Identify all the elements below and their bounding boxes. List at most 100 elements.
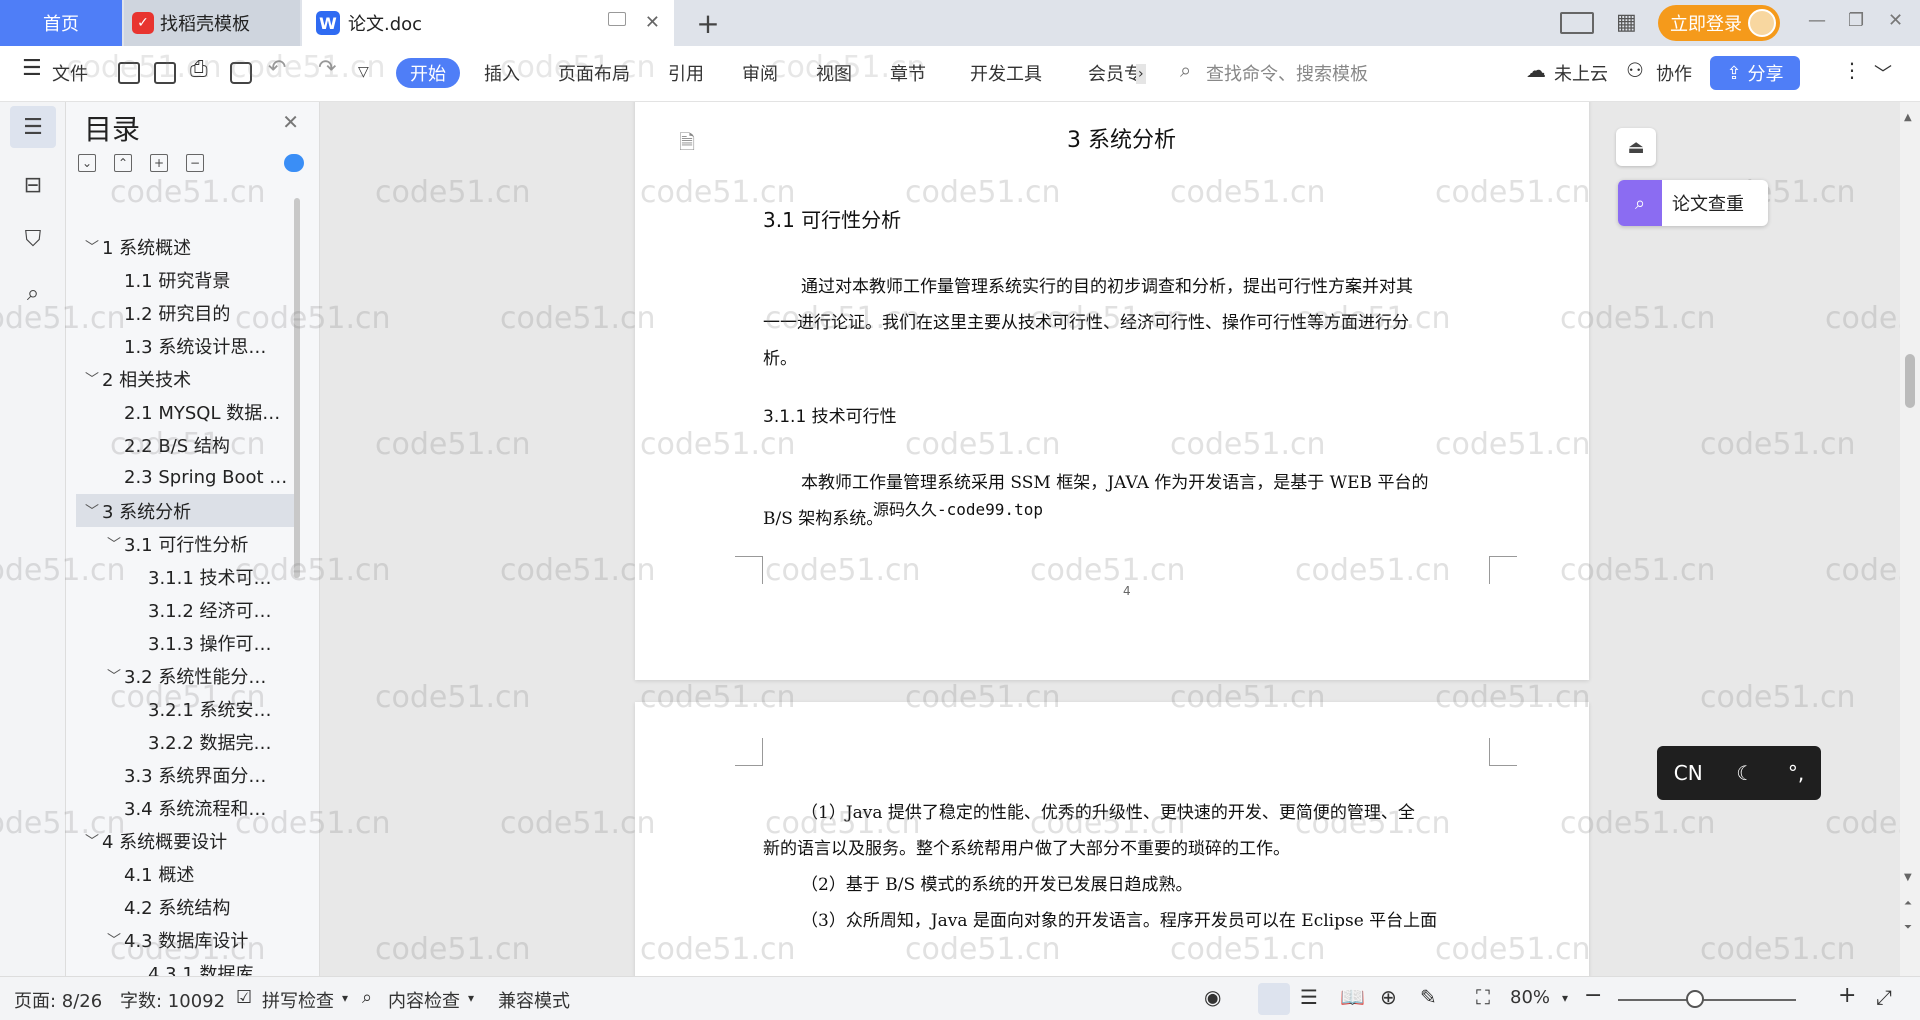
close-toc-icon[interactable]: ✕ <box>282 110 299 134</box>
toc-item[interactable]: 4.1 概述 <box>76 857 294 890</box>
toc-item[interactable]: ﹀ 3 系统分析 <box>76 494 294 527</box>
toc-item[interactable]: ﹀ 1 系统概述 <box>76 230 294 263</box>
spell-check-button[interactable]: 拼写检查 <box>262 987 334 1013</box>
reading-view-icon[interactable]: 📖 <box>1340 985 1365 1009</box>
tab-template[interactable]: ✓ 找稻壳模板 <box>124 0 300 46</box>
navigation-icon[interactable]: ⊟ <box>10 164 56 206</box>
ime-language-label[interactable]: CN <box>1674 761 1703 785</box>
scroll-up-icon[interactable]: ▲ <box>1904 112 1912 123</box>
tab-reference[interactable]: 引用 <box>668 60 704 86</box>
toc-item[interactable]: 1.2 研究目的 <box>76 296 294 329</box>
toc-item[interactable]: 2.3 Spring Boot … <box>76 461 294 494</box>
toc-item[interactable]: ﹀ 3.1 可行性分析 <box>76 527 294 560</box>
scroll-thumb[interactable] <box>1905 354 1915 408</box>
toc-item[interactable]: 3.3 系统界面分… <box>76 758 294 791</box>
toc-item[interactable]: ﹀ 3.2 系统性能分… <box>76 659 294 692</box>
redo-icon[interactable]: ↷ <box>318 56 336 81</box>
page-doc-icon[interactable]: 🗎 <box>679 128 695 162</box>
document-page[interactable]: （1）Java 提供了稳定的性能、优秀的升级性、更快速的开发、更简便的管理、全 … <box>635 702 1589 976</box>
new-tab-button[interactable]: + <box>692 0 724 46</box>
add-heading-icon[interactable]: + <box>150 154 168 172</box>
toc-caret-icon[interactable]: ﹀ <box>104 534 124 554</box>
monitor-icon[interactable] <box>608 12 626 26</box>
toc-item[interactable]: 1.1 研究背景 <box>76 263 294 296</box>
save-icon[interactable] <box>118 62 140 84</box>
toc-item[interactable]: 3.1.2 经济可… <box>76 593 294 626</box>
paper-check-button[interactable]: ⌕ 论文查重 <box>1618 180 1768 226</box>
tab-home[interactable]: 首页 <box>0 0 122 46</box>
expand-all-icon[interactable]: ⌄ <box>78 154 96 172</box>
collapse-float-button[interactable]: ⏏ <box>1616 128 1656 166</box>
outline-view-icon[interactable]: ☰ <box>1300 985 1318 1009</box>
tab-member[interactable]: 会员专 <box>1088 60 1142 86</box>
toc-item[interactable]: ﹀ 4 系统概要设计 <box>76 824 294 857</box>
moon-icon[interactable]: ☾ <box>1736 761 1754 785</box>
page-count[interactable]: 页面: 8/26 <box>14 987 102 1013</box>
layout-icon[interactable] <box>1560 12 1594 34</box>
fullscreen-icon[interactable]: ⤢ <box>1876 985 1892 1009</box>
write-view-icon[interactable]: ✎ <box>1420 985 1437 1009</box>
content-check-button[interactable]: 内容检查 <box>388 987 460 1013</box>
toc-caret-icon[interactable]: ﹀ <box>104 930 124 950</box>
export-icon[interactable] <box>154 62 176 84</box>
punctuation-icon[interactable]: °, <box>1788 761 1804 785</box>
remove-heading-icon[interactable]: − <box>186 154 204 172</box>
tab-page-layout[interactable]: 页面布局 <box>558 60 630 86</box>
toc-item[interactable]: 2.1 MYSQL 数据… <box>76 395 294 428</box>
toc-scrollbar[interactable] <box>294 198 300 578</box>
quick-access-dropdown-icon[interactable]: ▽ <box>358 64 369 80</box>
grid-apps-icon[interactable]: ▦ <box>1616 10 1637 35</box>
fit-page-icon[interactable]: ⛶ <box>1476 985 1490 1009</box>
find-icon[interactable]: ⌕ <box>10 272 56 314</box>
menu-icon[interactable]: ☰ <box>22 56 42 81</box>
spell-dropdown-icon[interactable]: ▾ <box>342 991 348 1005</box>
close-tab-icon[interactable]: ✕ <box>645 12 660 33</box>
content-dropdown-icon[interactable]: ▾ <box>468 991 474 1005</box>
tab-start[interactable]: 开始 <box>396 58 460 88</box>
web-view-icon[interactable]: ⊕ <box>1380 985 1397 1009</box>
login-button[interactable]: 立即登录 <box>1658 5 1780 41</box>
toc-caret-icon[interactable]: ﹀ <box>82 831 102 851</box>
next-page-icon[interactable]: ⏷ <box>1904 922 1912 933</box>
toc-item[interactable]: 1.3 系统设计思… <box>76 329 294 362</box>
zoom-slider-handle[interactable] <box>1686 990 1704 1008</box>
undo-icon[interactable]: ↶ <box>268 56 286 81</box>
toc-item[interactable]: 2.2 B/S 结构 <box>76 428 294 461</box>
scroll-down-icon[interactable]: ▼ <box>1904 872 1912 883</box>
toc-item[interactable]: ﹀ 2 相关技术 <box>76 362 294 395</box>
document-canvas[interactable]: 🗎 3 系统分析 3.1 可行性分析 通过对本教师工作量管理系统实行的目的初步调… <box>320 102 1900 976</box>
zoom-slider[interactable] <box>1618 999 1796 1001</box>
zoom-in-icon[interactable]: + <box>1838 983 1856 1008</box>
toc-item[interactable]: 3.2.2 数据完… <box>76 725 294 758</box>
zoom-level[interactable]: 80% <box>1510 987 1550 1008</box>
ribbon-more-icon[interactable]: › <box>1136 64 1146 84</box>
zoom-dropdown-icon[interactable]: ▾ <box>1562 991 1568 1005</box>
minimize-icon[interactable]: — <box>1808 10 1826 31</box>
tab-document[interactable]: W 论文.doc ✕ <box>302 0 674 46</box>
toc-item[interactable]: 3.1.1 技术可… <box>76 560 294 593</box>
file-menu[interactable]: 文件 <box>52 60 88 86</box>
page-view-icon[interactable] <box>1258 983 1290 1015</box>
input-method-bar[interactable]: CN ☾ °, <box>1657 746 1821 800</box>
tab-insert[interactable]: 插入 <box>484 60 520 86</box>
eye-protection-icon[interactable]: ◉ <box>1204 985 1221 1009</box>
tab-chapter[interactable]: 章节 <box>890 60 926 86</box>
ai-assistant-icon[interactable] <box>284 154 304 172</box>
share-button[interactable]: ⇪ 分享 <box>1710 56 1800 90</box>
toc-panel-icon[interactable]: ☰ <box>10 106 56 148</box>
toc-caret-icon[interactable]: ﹀ <box>82 237 102 257</box>
document-page[interactable]: 🗎 3 系统分析 3.1 可行性分析 通过对本教师工作量管理系统实行的目的初步调… <box>635 102 1589 680</box>
command-search-input[interactable]: 查找命令、搜索模板 <box>1206 60 1368 86</box>
word-count[interactable]: 字数: 10092 <box>120 987 225 1013</box>
vertical-scrollbar[interactable]: ▲ ▼ ⏶ ⏷ <box>1900 102 1920 976</box>
print-preview-icon[interactable] <box>230 62 252 84</box>
tab-view[interactable]: 视图 <box>816 60 852 86</box>
collaborate-button[interactable]: 协作 <box>1656 60 1692 86</box>
cloud-status-button[interactable]: 未上云 <box>1554 60 1608 86</box>
collapse-all-icon[interactable]: ⌃ <box>114 154 132 172</box>
zoom-out-icon[interactable]: − <box>1584 983 1602 1008</box>
toc-caret-icon[interactable]: ﹀ <box>82 369 102 389</box>
collapse-ribbon-icon[interactable]: ﹀ <box>1874 60 1892 86</box>
tab-review[interactable]: 审阅 <box>742 60 778 86</box>
toc-caret-icon[interactable]: ﹀ <box>104 666 124 686</box>
